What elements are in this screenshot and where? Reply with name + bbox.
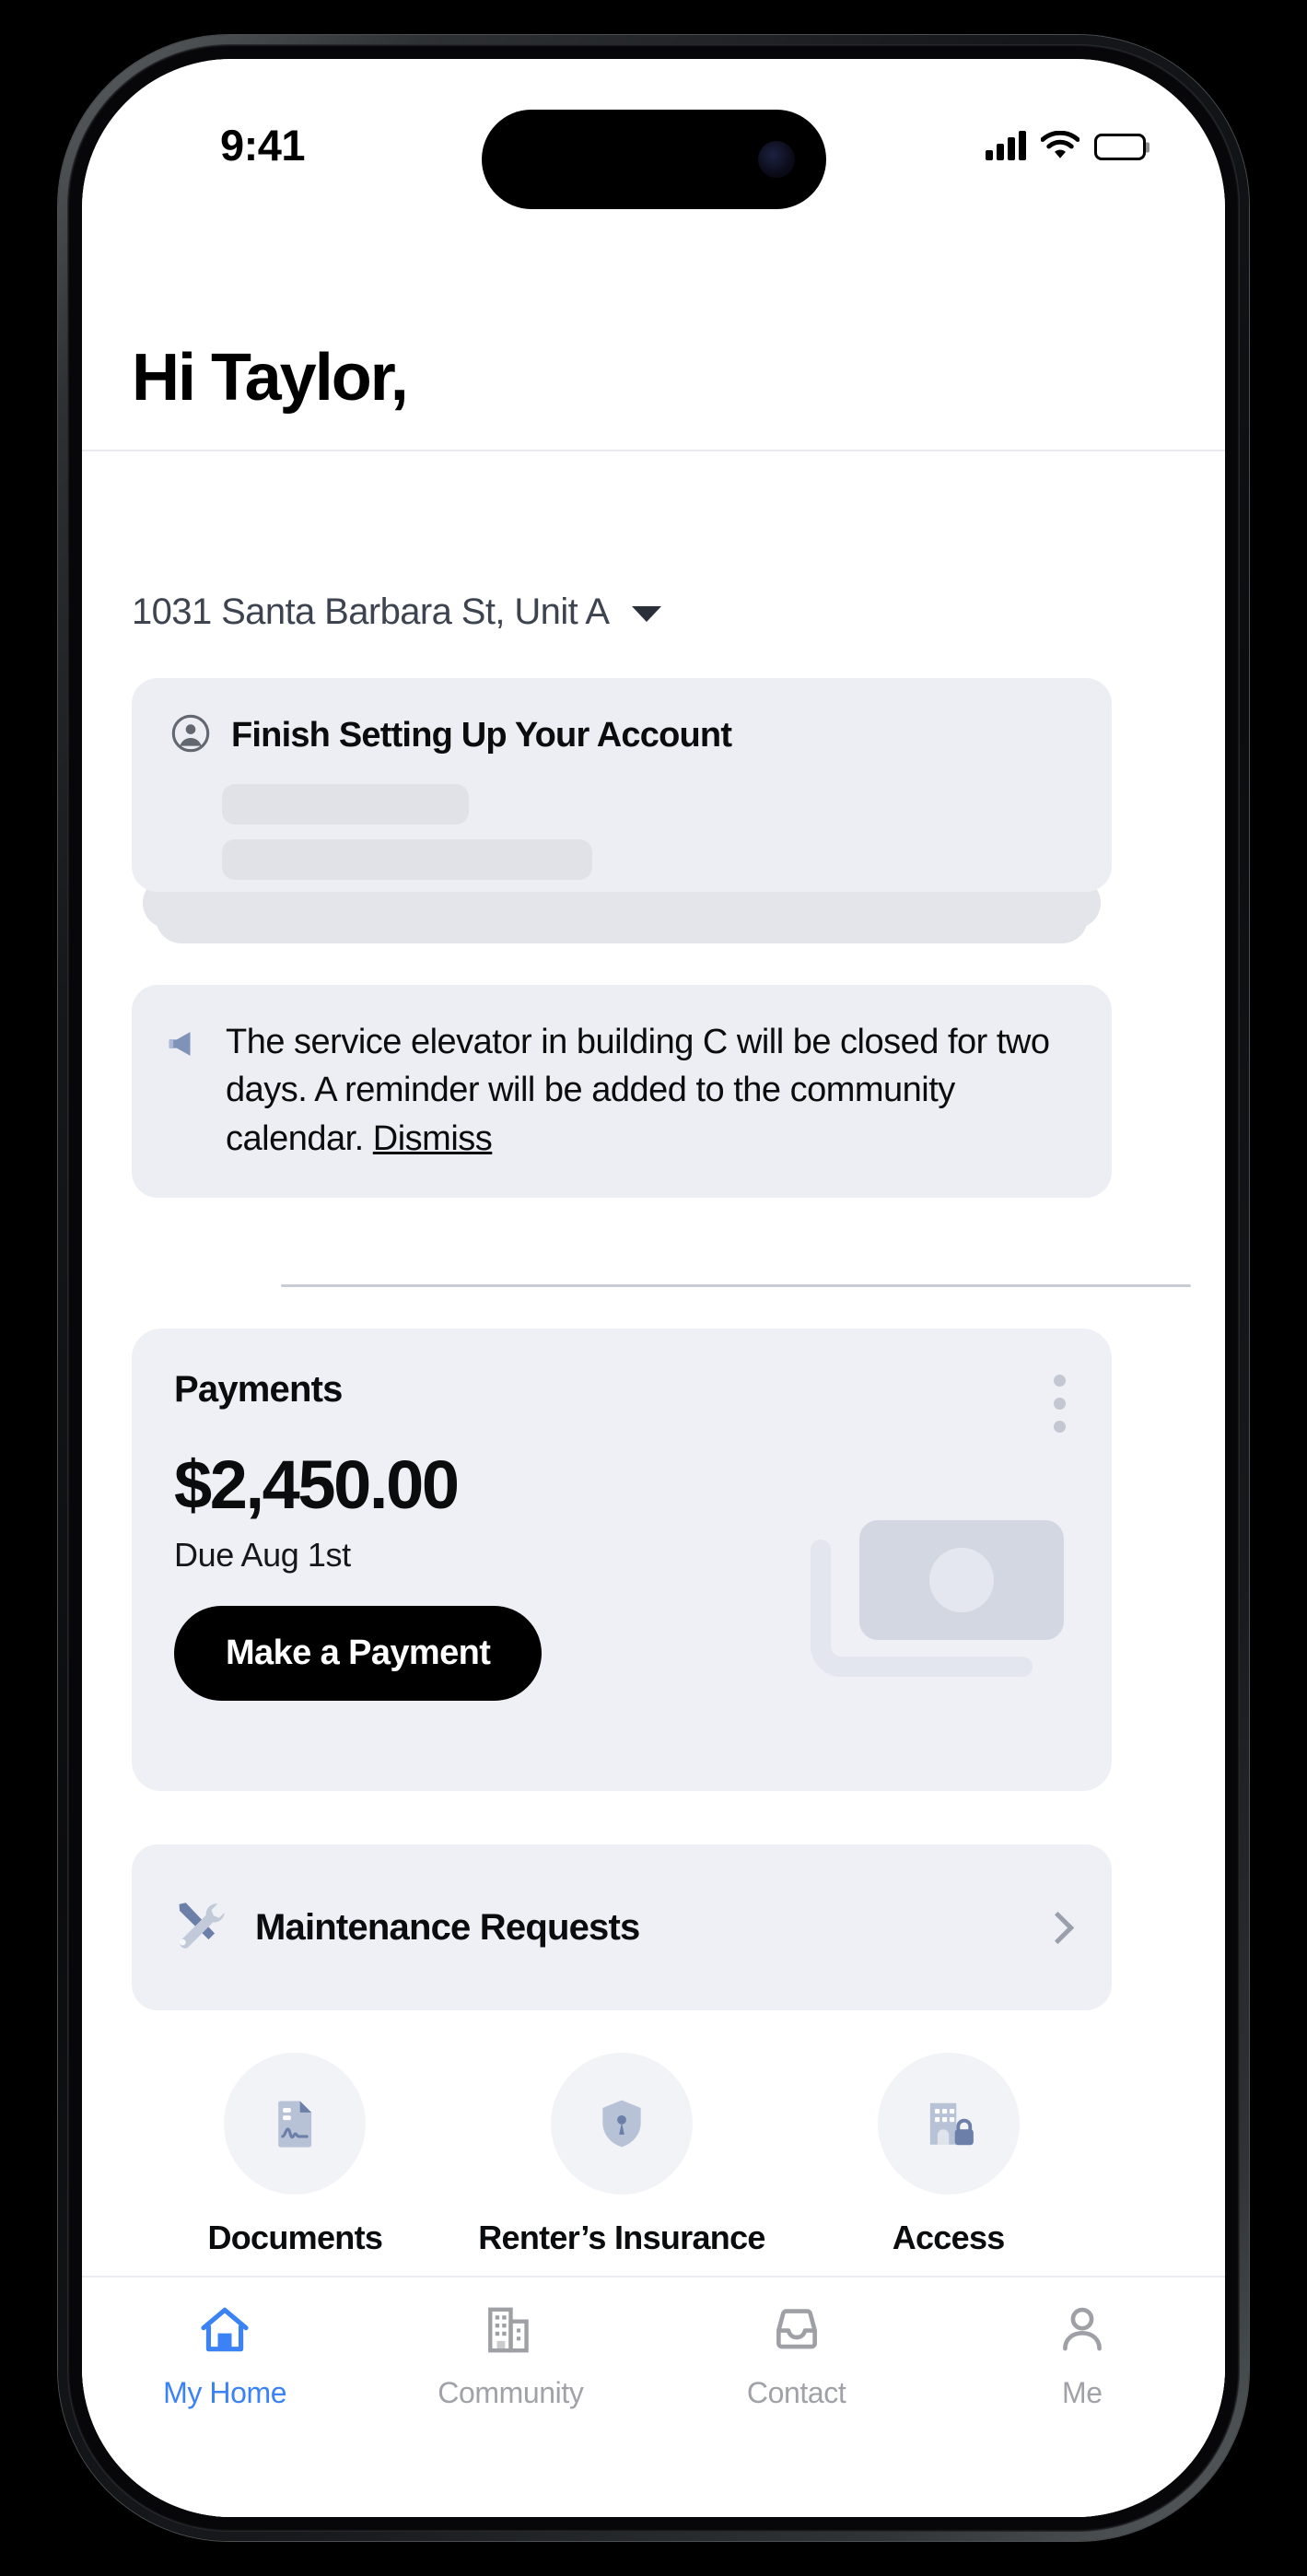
tab-community[interactable]: Community [368,2301,653,2517]
chevron-down-icon [631,606,661,622]
cellular-signal-icon [986,131,1026,160]
payments-card: Payments $2,450.00 Due Aug 1st Make a Pa… [132,1329,1112,1791]
maintenance-label: Maintenance Requests [255,1906,640,1948]
quick-action-label: Access [892,2219,1006,2256]
announcement-banner: The service elevator in building C will … [132,985,1112,1199]
chevron-right-icon [1041,1911,1075,1944]
setup-card-header: Finish Setting Up Your Account [170,713,1073,758]
section-divider [281,1284,1191,1287]
address-selector[interactable]: 1031 Santa Barbara St, Unit A [132,591,661,633]
shield-keyhole-icon [550,2053,693,2195]
inbox-icon [768,2301,825,2363]
buildings-icon [482,2301,539,2363]
quick-action-access[interactable]: Access [797,2053,1101,2257]
quick-actions-row: Documents Renter’s Insurance Access [132,2053,1112,2257]
bottom-tab-bar: My Home Community Contact Me [82,2276,1225,2517]
dismiss-link[interactable]: Dismiss [373,1119,493,1158]
wrench-screwdriver-icon [169,1895,229,1961]
phone-screen: Hi Taylor, 1031 Santa Barbara St, Unit A [82,59,1225,2517]
phone-device-frame: Hi Taylor, 1031 Santa Barbara St, Unit A [58,35,1249,2541]
battery-full-icon [1094,134,1149,160]
wifi-icon [1040,130,1080,160]
app-content: Hi Taylor, 1031 Santa Barbara St, Unit A [82,59,1225,2517]
payments-title: Payments [174,1369,343,1410]
tab-contact[interactable]: Contact [654,2301,939,2517]
tab-my-home[interactable]: My Home [82,2301,368,2517]
status-indicators [986,122,1149,160]
megaphone-icon [165,1024,205,1163]
announcement-message: The service elevator in building C will … [226,1023,1050,1158]
tab-label: My Home [163,2376,287,2409]
document-signature-icon [224,2053,367,2195]
dynamic-island [481,110,826,209]
announcement-text: The service elevator in building C will … [226,1018,1075,1163]
front-camera-icon [757,141,795,178]
more-vertical-icon[interactable] [1050,1371,1069,1436]
address-label: 1031 Santa Barbara St, Unit A [132,591,610,632]
setup-card-carousel: Finish Setting Up Your Account [132,678,1112,943]
status-bar: 9:41 [82,59,1225,227]
quick-action-documents[interactable]: Documents [143,2053,447,2257]
person-icon [1054,2301,1111,2363]
skeleton-placeholder-line [222,839,592,880]
user-circle-icon [170,713,211,758]
setup-card-title: Finish Setting Up Your Account [231,716,732,755]
quick-action-label: Documents [207,2219,383,2256]
status-time: 9:41 [219,121,306,170]
quick-action-label: Renter’s Insurance [478,2219,765,2256]
tab-label: Contact [746,2376,846,2409]
page-title: Hi Taylor, [132,341,409,415]
banknotes-icon [800,1507,1077,1710]
quick-action-renters-insurance[interactable]: Renter’s Insurance [470,2053,774,2257]
maintenance-requests-row[interactable]: Maintenance Requests [132,1844,1112,2010]
tab-label: Me [1062,2376,1103,2409]
skeleton-placeholder-line [222,784,469,825]
greeting-header: Hi Taylor, [82,345,1225,451]
building-lock-icon [877,2053,1020,2195]
tab-label: Community [438,2376,584,2409]
make-payment-button[interactable]: Make a Payment [174,1606,543,1701]
tab-me[interactable]: Me [939,2301,1225,2517]
setup-account-card[interactable]: Finish Setting Up Your Account [132,678,1112,892]
home-icon [196,2301,253,2363]
